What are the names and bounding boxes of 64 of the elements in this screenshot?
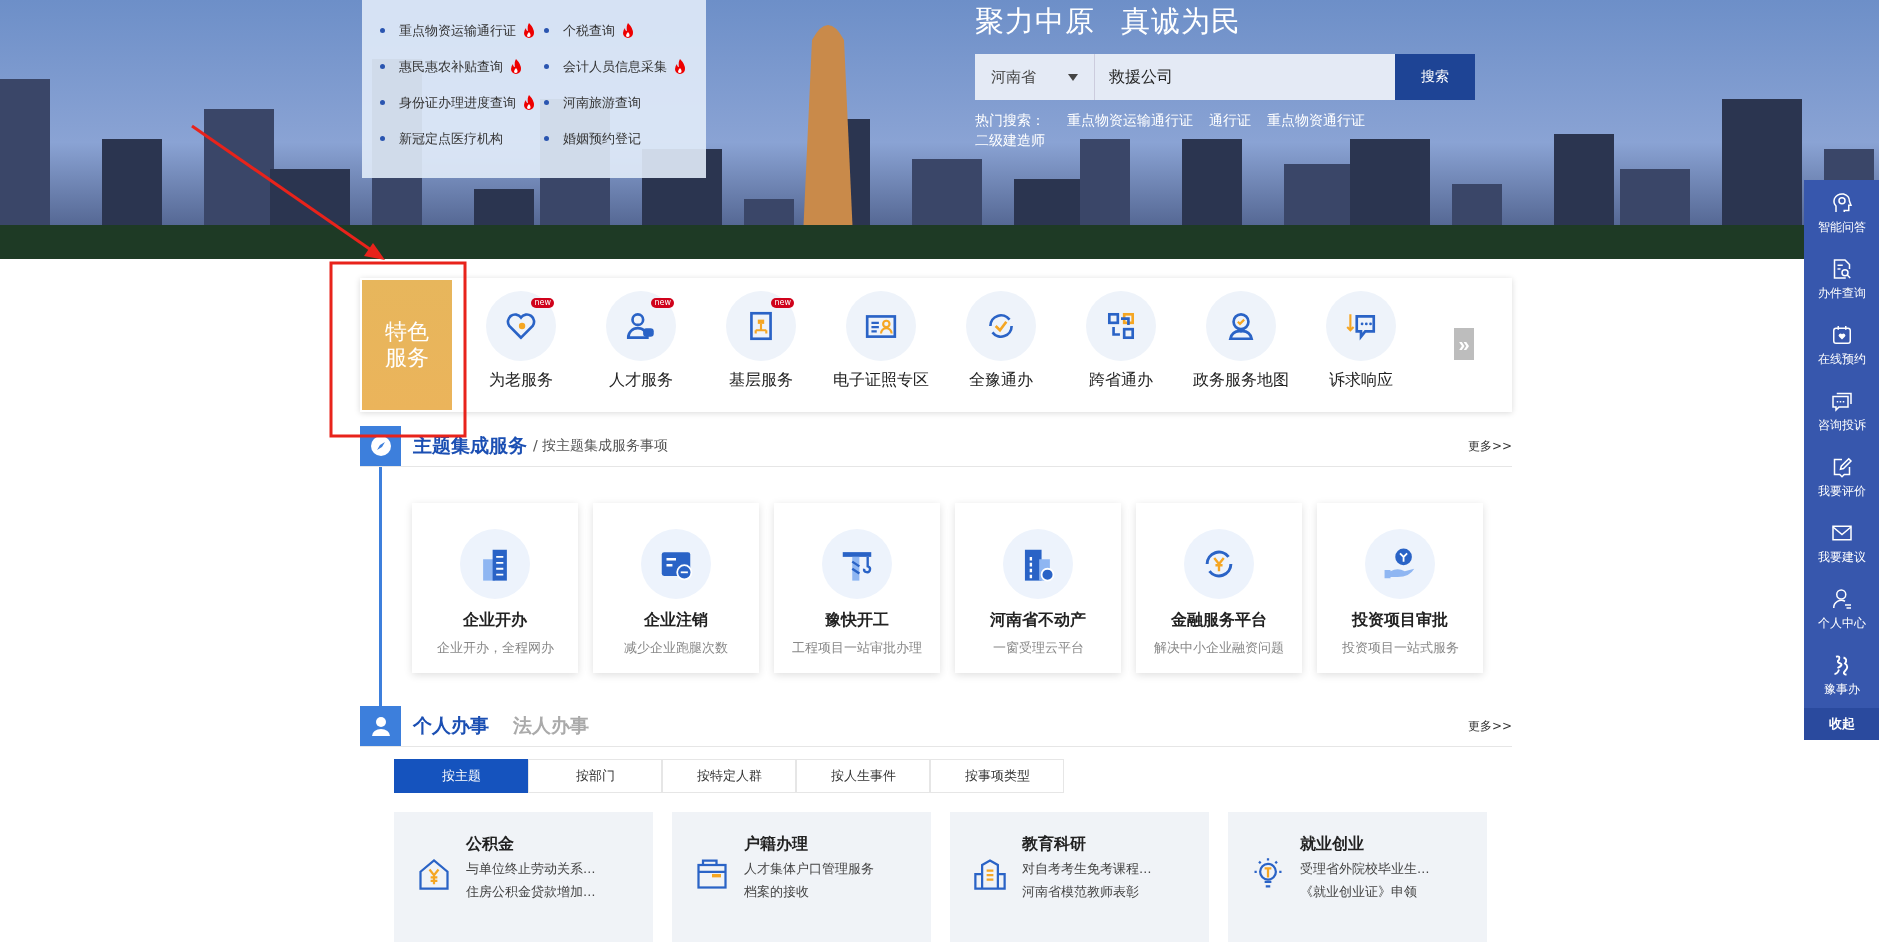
side-toolbar-item[interactable]: 办件查询 <box>1804 246 1879 312</box>
hot-service-link[interactable]: 河南旅游查询 <box>563 93 641 112</box>
hot-service-link[interactable]: 新冠定点医疗机构 <box>399 129 503 148</box>
special-services-tile: 特色服务 <box>362 280 452 410</box>
collapse-button[interactable]: 收起 <box>1804 708 1879 740</box>
hot-service-link[interactable]: 惠民惠农补贴查询 <box>399 57 503 76</box>
service-item[interactable]: 诉求响应 <box>1301 278 1421 412</box>
more-link[interactable]: 更多>> <box>1467 717 1512 735</box>
fire-icon <box>522 94 536 111</box>
theme-card[interactable]: 金融服务平台 解决中小企业融资问题 <box>1136 503 1302 673</box>
fire-icon <box>621 22 635 39</box>
new-badge: new <box>651 298 674 308</box>
service-item[interactable]: new 人才服务 <box>581 278 701 412</box>
hot-service-link[interactable]: 重点物资运输通行证 <box>399 21 516 40</box>
more-link[interactable]: 更多>> <box>1467 437 1512 455</box>
hot-service-link[interactable]: 个税查询 <box>563 21 615 40</box>
service-item[interactable]: 政务服务地图 <box>1181 278 1301 412</box>
section-subtitle: / 按主题集成服务事项 <box>533 437 669 455</box>
theme-card[interactable]: 河南省不动产 一窗受理云平台 <box>955 503 1121 673</box>
hot-search-label: 热门搜索： <box>975 112 1045 130</box>
fire-icon <box>522 22 536 39</box>
house-icon <box>416 856 452 892</box>
search-button[interactable]: 搜索 <box>1395 54 1475 100</box>
filter-tab[interactable]: 按人生事件 <box>796 759 930 793</box>
section-title: 主题集成服务 <box>413 433 527 458</box>
new-badge: new <box>531 298 554 308</box>
filter-tab[interactable]: 按事项类型 <box>930 759 1064 793</box>
new-badge: new <box>771 298 794 308</box>
affair-card[interactable]: 就业创业 受理省外院校毕业生… 《就业创业证》申领 <box>1228 812 1487 942</box>
filter-tab[interactable]: 按主题 <box>394 759 528 793</box>
service-item[interactable]: new 基层服务 <box>701 278 821 412</box>
section-tab[interactable]: 个人办事 <box>413 713 489 739</box>
filter-tab[interactable]: 按部门 <box>528 759 662 793</box>
fire-icon <box>509 58 523 75</box>
folder-icon <box>694 856 730 892</box>
theme-card[interactable]: 投资项目审批 投资项目一站式服务 <box>1317 503 1483 673</box>
service-item[interactable]: 全豫通办 <box>941 278 1061 412</box>
service-item[interactable]: new 为老服务 <box>461 278 581 412</box>
side-toolbar-item[interactable]: 在线预约 <box>1804 312 1879 378</box>
side-toolbar-item[interactable]: 个人中心 <box>1804 576 1879 642</box>
search-field[interactable]: 救援公司 <box>1095 54 1395 100</box>
side-toolbar-item[interactable]: 我要建议 <box>1804 510 1879 576</box>
hot-service-link[interactable]: 会计人员信息采集 <box>563 57 667 76</box>
side-toolbar-item[interactable]: 咨询投诉 <box>1804 378 1879 444</box>
side-toolbar-item[interactable]: 我要评价 <box>1804 444 1879 510</box>
theme-card[interactable]: 企业注销 减少企业跑腿次数 <box>593 503 759 673</box>
service-item[interactable]: 电子证照专区 <box>821 278 941 412</box>
slogan-text: 聚力中原 <box>975 3 1095 40</box>
hot-service-link[interactable]: 婚姻预约登记 <box>563 129 641 148</box>
side-toolbar-item[interactable]: 智能问答 <box>1804 180 1879 246</box>
caret-icon <box>1068 73 1078 81</box>
affair-card[interactable]: 户籍办理 人才集体户口管理服务 档案的接收 <box>672 812 931 942</box>
side-toolbar-item[interactable]: 豫事办 <box>1804 642 1879 708</box>
fire-icon <box>673 58 687 75</box>
filter-tab[interactable]: 按特定人群 <box>662 759 796 793</box>
theme-card[interactable]: 豫快开工 工程项目一站审批办理 <box>774 503 940 673</box>
building-icon <box>972 856 1008 892</box>
affair-card[interactable]: 公积金 与单位终止劳动关系… 住房公积金贷款增加… <box>394 812 653 942</box>
slogan-text: 真诚为民 <box>1121 3 1241 40</box>
hot-service-link[interactable]: 身份证办理进度查询 <box>399 93 516 112</box>
theme-card[interactable]: 企业开办 企业开办，全程网办 <box>412 503 578 673</box>
service-item[interactable]: 跨省通办 <box>1061 278 1181 412</box>
region-dropdown[interactable]: 河南省 <box>975 54 1095 100</box>
affair-card[interactable]: 教育科研 对自考考生免考课程… 河南省模范教师表彰 <box>950 812 1209 942</box>
